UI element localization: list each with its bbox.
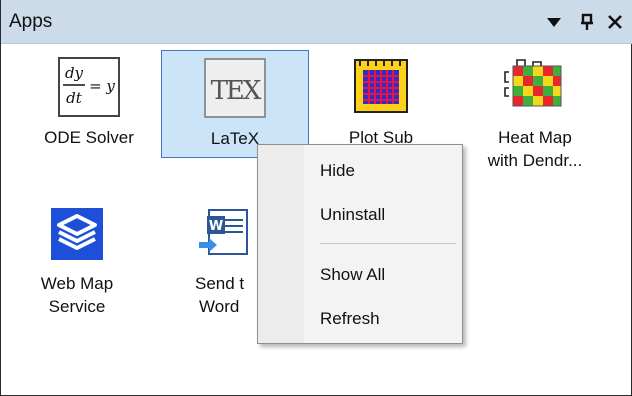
tex-icon: TEX <box>203 57 267 119</box>
ode-icon: dy dt = y <box>57 56 121 118</box>
close-icon[interactable] <box>602 8 628 36</box>
svg-text:W: W <box>209 219 223 234</box>
word-icon: W <box>195 202 259 264</box>
app-label-line2: with Dendr... <box>487 151 583 170</box>
dropdown-icon[interactable] <box>541 8 567 36</box>
panel-titlebar: Apps <box>1 0 632 44</box>
panel-title: Apps <box>9 11 53 32</box>
app-label-line2: Service <box>48 297 106 316</box>
menu-item-uninstall[interactable]: Uninstall <box>262 197 458 233</box>
menu-separator <box>320 243 456 244</box>
grid-plot-icon <box>349 56 413 118</box>
menu-item-refresh[interactable]: Refresh <box>262 301 458 337</box>
ode-eq-bottom: dt <box>66 89 83 107</box>
app-send-to-word[interactable]: W Send t Word <box>155 196 265 316</box>
layers-icon <box>45 202 109 264</box>
ode-eq-rhs: = y <box>89 77 115 95</box>
tex-logo: TEX <box>211 76 262 106</box>
heatmap-icon <box>503 56 567 118</box>
app-plot-sub[interactable]: Plot Sub <box>307 50 455 158</box>
apps-panel: Apps dy dt = y ODE Solver TEX LaTeX Plot… <box>0 0 632 396</box>
menu-item-hide[interactable]: Hide <box>262 153 458 189</box>
app-label-line1: Heat Map <box>498 128 572 147</box>
pin-icon[interactable] <box>574 8 600 36</box>
app-latex[interactable]: TEX LaTeX <box>161 50 309 158</box>
menu-item-show-all[interactable]: Show All <box>262 257 458 293</box>
app-label: ODE Solver <box>44 128 134 147</box>
app-web-map-service[interactable]: Web Map Service <box>3 196 151 316</box>
app-heat-map[interactable]: Heat Map with Dendr... <box>461 50 609 170</box>
app-label-line1: Web Map <box>40 274 114 293</box>
context-menu: Hide Uninstall Show All Refresh <box>257 144 463 344</box>
app-ode-solver[interactable]: dy dt = y ODE Solver <box>15 50 163 158</box>
ode-eq-top: dy <box>65 64 84 82</box>
app-label-line2: Word <box>199 297 240 316</box>
app-label-line1: Send t <box>195 274 245 293</box>
